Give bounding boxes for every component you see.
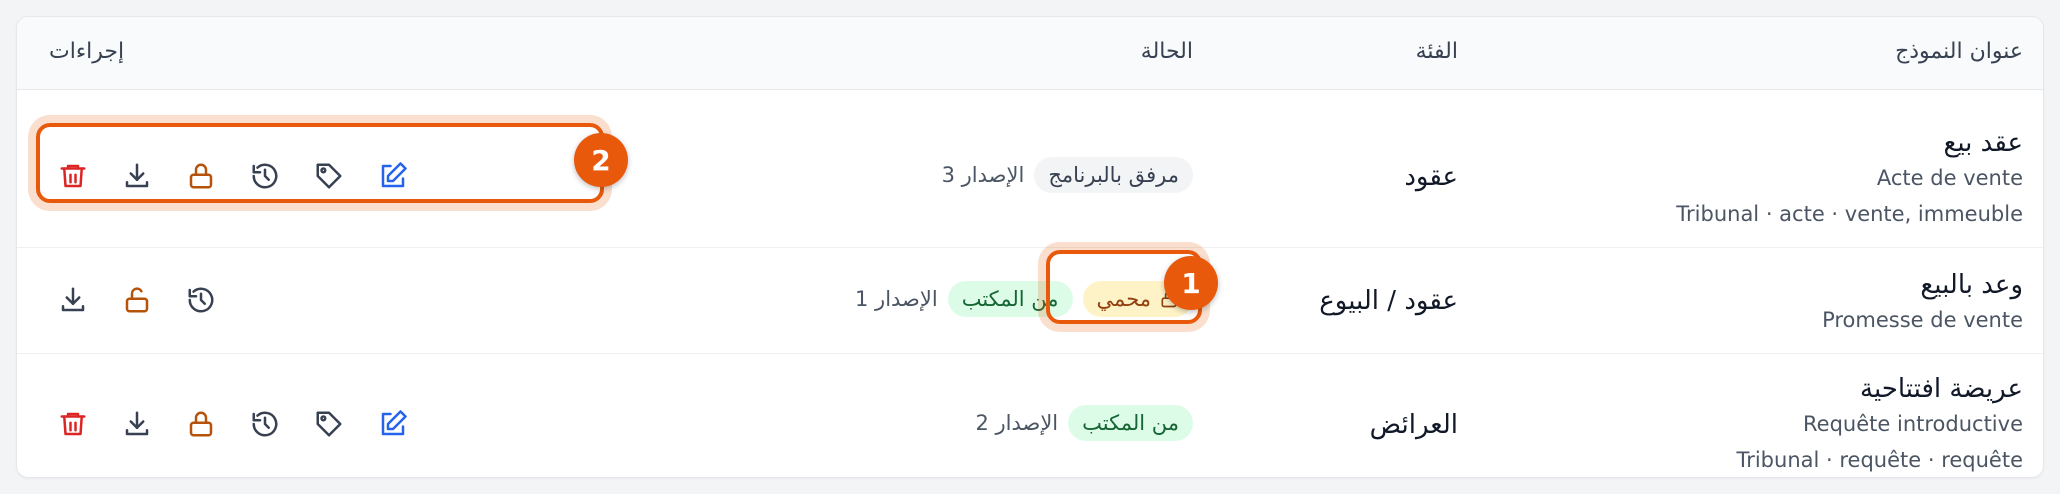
version-label: الإصدار 1 xyxy=(855,287,938,311)
annotation-badge-1: 1 xyxy=(1164,256,1218,310)
table-row: عريضة افتتاحية Requête introductive Trib… xyxy=(17,354,2043,477)
template-subtitle: Promesse de vente xyxy=(1822,308,2023,332)
version-label: الإصدار 3 xyxy=(941,163,1025,187)
template-title[interactable]: عقد بيع xyxy=(1944,128,2024,158)
delete-icon[interactable] xyxy=(57,160,89,192)
edit-icon[interactable] xyxy=(377,408,409,440)
header-status: الحالة xyxy=(1140,39,1193,64)
annotation-badge-2: 2 xyxy=(574,133,628,187)
status-badge: من المكتب xyxy=(1068,405,1193,441)
tag-icon[interactable] xyxy=(313,408,345,440)
header-category: الفئة xyxy=(1415,39,1458,64)
status-badge: مرفق بالبرنامج xyxy=(1034,157,1193,193)
tag-icon[interactable] xyxy=(313,160,345,192)
row-actions xyxy=(57,160,409,192)
table-row: وعد بالبيع Promesse de vente عقود / البي… xyxy=(17,248,2043,354)
edit-icon[interactable] xyxy=(377,160,409,192)
status-cell: من المكتب الإصدار 2 xyxy=(975,405,1193,441)
template-category: عقود / البيوع xyxy=(1319,286,1458,316)
templates-table: عنوان النموذج الفئة الحالة إجراءات عقد ب… xyxy=(16,16,2044,478)
lock-icon[interactable] xyxy=(185,408,217,440)
row-actions xyxy=(57,408,409,440)
table-header: عنوان النموذج الفئة الحالة إجراءات xyxy=(17,17,2043,90)
template-subtitle: Requête introductive xyxy=(1803,412,2023,436)
status-cell: مرفق بالبرنامج الإصدار 3 xyxy=(942,157,1193,193)
unlock-icon[interactable] xyxy=(121,284,153,316)
status-cell: محمي من المكتب الإصدار 1 xyxy=(855,281,1193,317)
history-icon[interactable] xyxy=(185,284,217,316)
lock-icon[interactable] xyxy=(185,160,217,192)
template-meta: Tribunal · acte · vente, immeuble xyxy=(1676,202,2023,226)
template-title[interactable]: عريضة افتتاحية xyxy=(1860,374,2023,404)
history-icon[interactable] xyxy=(249,160,281,192)
template-category: العرائض xyxy=(1369,410,1458,440)
protected-label: محمي xyxy=(1096,287,1151,311)
delete-icon[interactable] xyxy=(57,408,89,440)
download-icon[interactable] xyxy=(57,284,89,316)
version-label: الإصدار 2 xyxy=(975,411,1059,435)
template-title[interactable]: وعد بالبيع xyxy=(1920,270,2023,300)
header-title: عنوان النموذج xyxy=(1895,39,2023,64)
header-actions: إجراءات xyxy=(49,39,125,64)
template-meta: Tribunal · requête · requête xyxy=(1736,448,2023,472)
status-badge: من المكتب xyxy=(947,281,1073,317)
download-icon[interactable] xyxy=(121,160,153,192)
template-subtitle: Acte de vente xyxy=(1876,166,2023,190)
history-icon[interactable] xyxy=(249,408,281,440)
template-category: عقود xyxy=(1404,162,1458,192)
table-row: عقد بيع Acte de vente Tribunal · acte · … xyxy=(17,90,2043,248)
download-icon[interactable] xyxy=(121,408,153,440)
row-actions xyxy=(57,284,217,316)
